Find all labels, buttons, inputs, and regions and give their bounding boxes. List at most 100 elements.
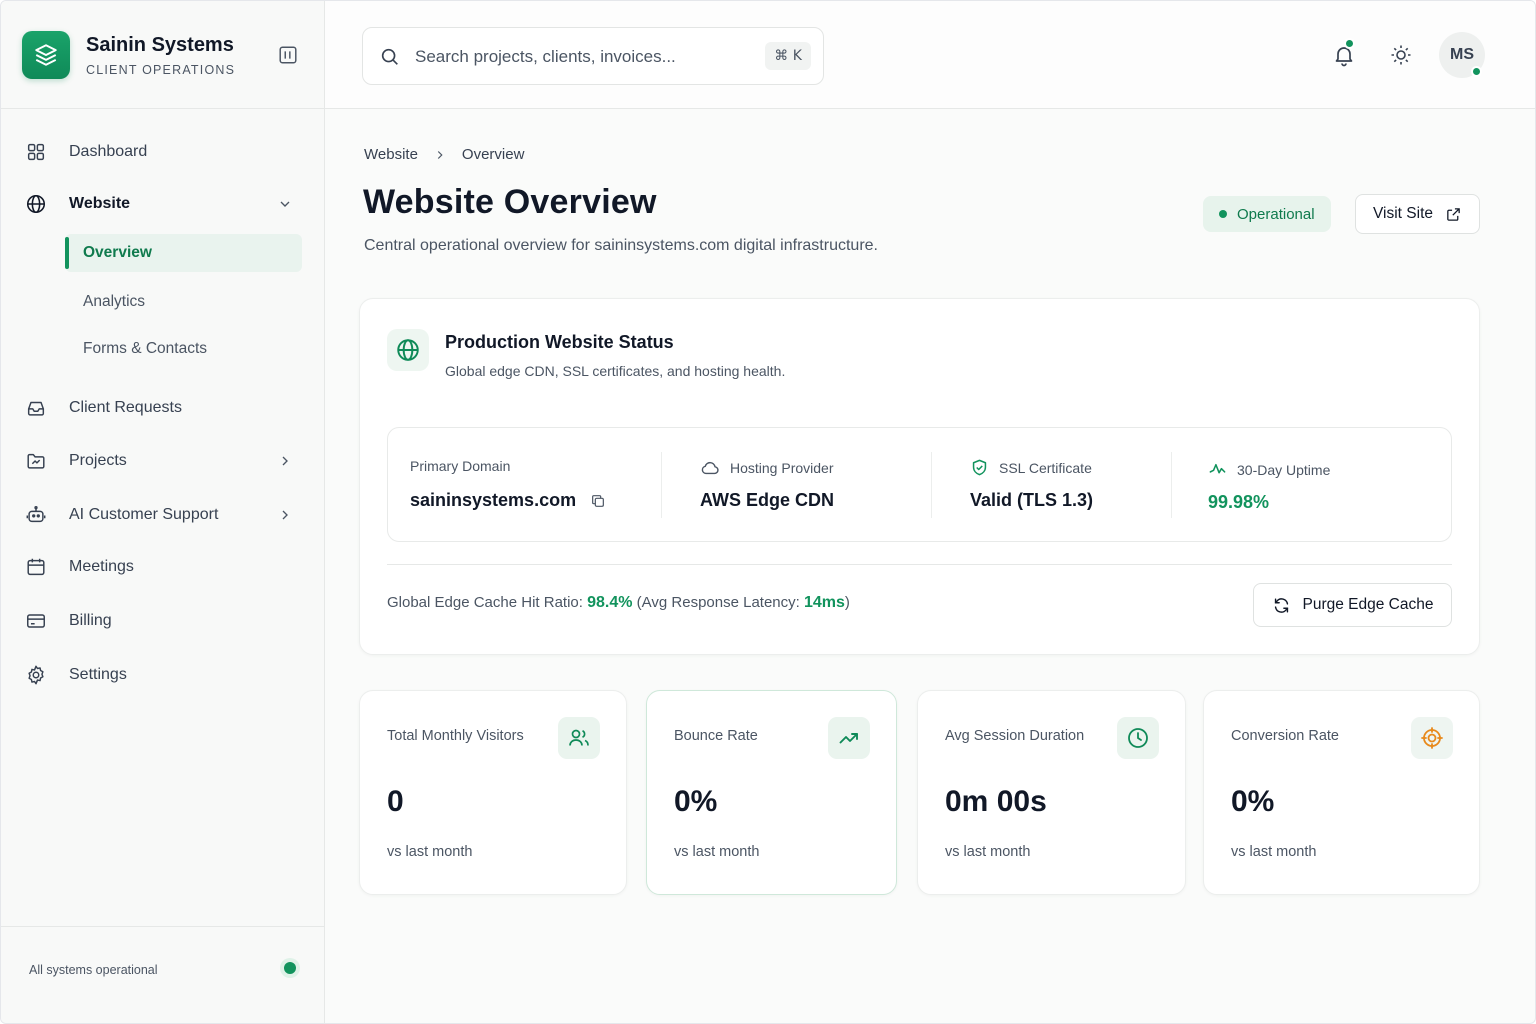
brand-header: Sainin Systems CLIENT OPERATIONS <box>1 1 325 109</box>
breadcrumb-current: Overview <box>461 146 525 163</box>
status-dot <box>1219 210 1227 218</box>
stat-footnote: vs last month <box>945 844 1031 860</box>
metric-label: SSL Certificate <box>970 458 1092 477</box>
metric-value: Valid (TLS 1.3) <box>970 490 1094 510</box>
metric-divider <box>661 452 662 518</box>
production-status-card: Production Website Status Global edge CD… <box>359 298 1480 655</box>
status-badge-label: Operational <box>1237 205 1315 223</box>
status-card-title: Production Website Status <box>445 332 674 352</box>
sidebar-footer: All systems operational <box>1 926 325 1023</box>
stat-value: 0% <box>674 785 718 818</box>
page-description: Central operational overview for sainins… <box>364 237 878 254</box>
stat-card-conversion-rate: Conversion Rate 0% vs last month <box>1203 690 1480 895</box>
sidebar-subitem-analytics[interactable]: Analytics <box>65 283 302 321</box>
sidebar-subitem-label: Analytics <box>83 293 146 310</box>
copy-icon[interactable] <box>590 493 606 509</box>
gear-icon <box>25 663 55 687</box>
stat-label: Total Monthly Visitors <box>387 728 524 744</box>
cache-stats-text: Global Edge Cache Hit Ratio: 98.4% (Avg … <box>387 594 850 612</box>
shield-check-icon <box>970 458 989 477</box>
chevron-right-icon <box>433 148 447 162</box>
latency-value: 14ms <box>803 594 845 611</box>
visit-site-label: Visit Site <box>1372 205 1434 222</box>
brand-logo-icon[interactable] <box>22 31 70 79</box>
visit-site-button[interactable]: Visit Site <box>1355 194 1480 234</box>
brand-subtitle: CLIENT OPERATIONS <box>86 63 236 77</box>
metrics-box: Primary Domain saininsystems.com Hosting… <box>387 427 1452 542</box>
metric-divider <box>1171 452 1172 518</box>
bot-icon <box>25 503 55 527</box>
sidebar-item-meetings[interactable]: Meetings <box>25 547 301 587</box>
sidebar-item-ai-customer-support[interactable]: AI Customer Support <box>25 495 301 535</box>
metric-divider <box>931 452 932 518</box>
stat-footnote: vs last month <box>387 844 473 860</box>
cache-ratio-value: 98.4% <box>587 594 633 611</box>
sidebar-item-dashboard[interactable]: Dashboard <box>25 132 301 172</box>
sidebar-item-billing[interactable]: Billing <box>25 601 301 641</box>
sidebar-item-projects[interactable]: Projects <box>25 441 301 481</box>
metric-label: 30-Day Uptime <box>1208 460 1330 479</box>
metric-label: Primary Domain <box>410 458 511 474</box>
chevron-down-icon[interactable] <box>273 192 297 216</box>
search-shortcut-badge: ⌘ K <box>765 42 811 70</box>
metric-label-text: 30-Day Uptime <box>1237 461 1331 478</box>
grid-icon <box>25 140 55 164</box>
metric-value: 99.98% <box>1208 492 1270 512</box>
brand-name: Sainin Systems <box>86 34 234 56</box>
latency-suffix: ) <box>844 594 850 611</box>
online-status-dot <box>1471 66 1482 77</box>
primary-domain-value: saininsystems.com <box>410 490 577 510</box>
calendar-icon <box>25 555 55 579</box>
sidebar-item-settings[interactable]: Settings <box>25 655 301 695</box>
notification-dot <box>1344 38 1355 49</box>
globe-icon <box>25 192 55 216</box>
breadcrumb-link-website[interactable]: Website <box>364 146 418 163</box>
latency-label: (Avg Response Latency: <box>632 594 804 611</box>
sidebar-item-label: Meetings <box>69 558 134 575</box>
metric-value: saininsystems.com <box>410 490 606 511</box>
stat-footnote: vs last month <box>1231 844 1317 860</box>
refresh-icon <box>1272 596 1291 615</box>
stat-card-visitors: Total Monthly Visitors 0 vs last month <box>359 690 627 895</box>
sidebar-item-label: Projects <box>69 452 127 469</box>
chevron-right-icon[interactable] <box>273 449 297 473</box>
divider <box>387 564 1452 565</box>
page-title: Website Overview <box>363 183 657 221</box>
search-input[interactable] <box>415 44 745 70</box>
sidebar-item-label: Website <box>69 195 131 212</box>
stat-value: 0 <box>387 785 404 818</box>
sidebar-subitem-forms-contacts[interactable]: Forms & Contacts <box>65 330 302 368</box>
sidebar-collapse-icon[interactable] <box>276 43 300 67</box>
status-card-subtitle: Global edge CDN, SSL certificates, and h… <box>445 363 786 379</box>
clock-icon <box>1117 717 1159 759</box>
stat-card-bounce-rate: Bounce Rate 0% vs last month <box>646 690 897 895</box>
sun-icon[interactable] <box>1387 41 1415 69</box>
stat-value: 0% <box>1231 785 1275 818</box>
search-box[interactable]: ⌘ K <box>362 27 824 85</box>
metric-label-text: Hosting Provider <box>730 460 834 476</box>
breadcrumb: Website Overview <box>364 146 524 163</box>
purge-edge-cache-button[interactable]: Purge Edge Cache <box>1253 583 1452 627</box>
stat-footnote: vs last month <box>674 844 760 860</box>
search-icon <box>379 46 401 73</box>
system-status-text: All systems operational <box>29 963 158 977</box>
purge-button-label: Purge Edge Cache <box>1302 596 1434 613</box>
chevron-right-icon[interactable] <box>273 503 297 527</box>
activity-icon <box>1208 460 1227 479</box>
stat-label: Bounce Rate <box>674 728 758 744</box>
sidebar-item-client-requests[interactable]: Client Requests <box>25 388 301 428</box>
system-status-indicator <box>284 962 296 974</box>
sidebar-item-label: Client Requests <box>69 399 182 416</box>
sidebar-item-label: Settings <box>69 666 127 683</box>
sidebar-subitem-overview[interactable]: Overview <box>65 234 302 272</box>
folder-icon <box>25 449 55 473</box>
status-badge: Operational <box>1203 196 1331 232</box>
sidebar-item-label: Billing <box>69 612 112 629</box>
sidebar-item-website[interactable]: Website <box>25 184 301 224</box>
cache-ratio-label: Global Edge Cache Hit Ratio: <box>387 594 588 611</box>
sidebar-subitem-label: Forms & Contacts <box>83 340 208 357</box>
trending-up-icon <box>828 717 870 759</box>
stat-label: Conversion Rate <box>1231 728 1339 744</box>
metric-value: AWS Edge CDN <box>700 490 835 510</box>
target-icon <box>1411 717 1453 759</box>
